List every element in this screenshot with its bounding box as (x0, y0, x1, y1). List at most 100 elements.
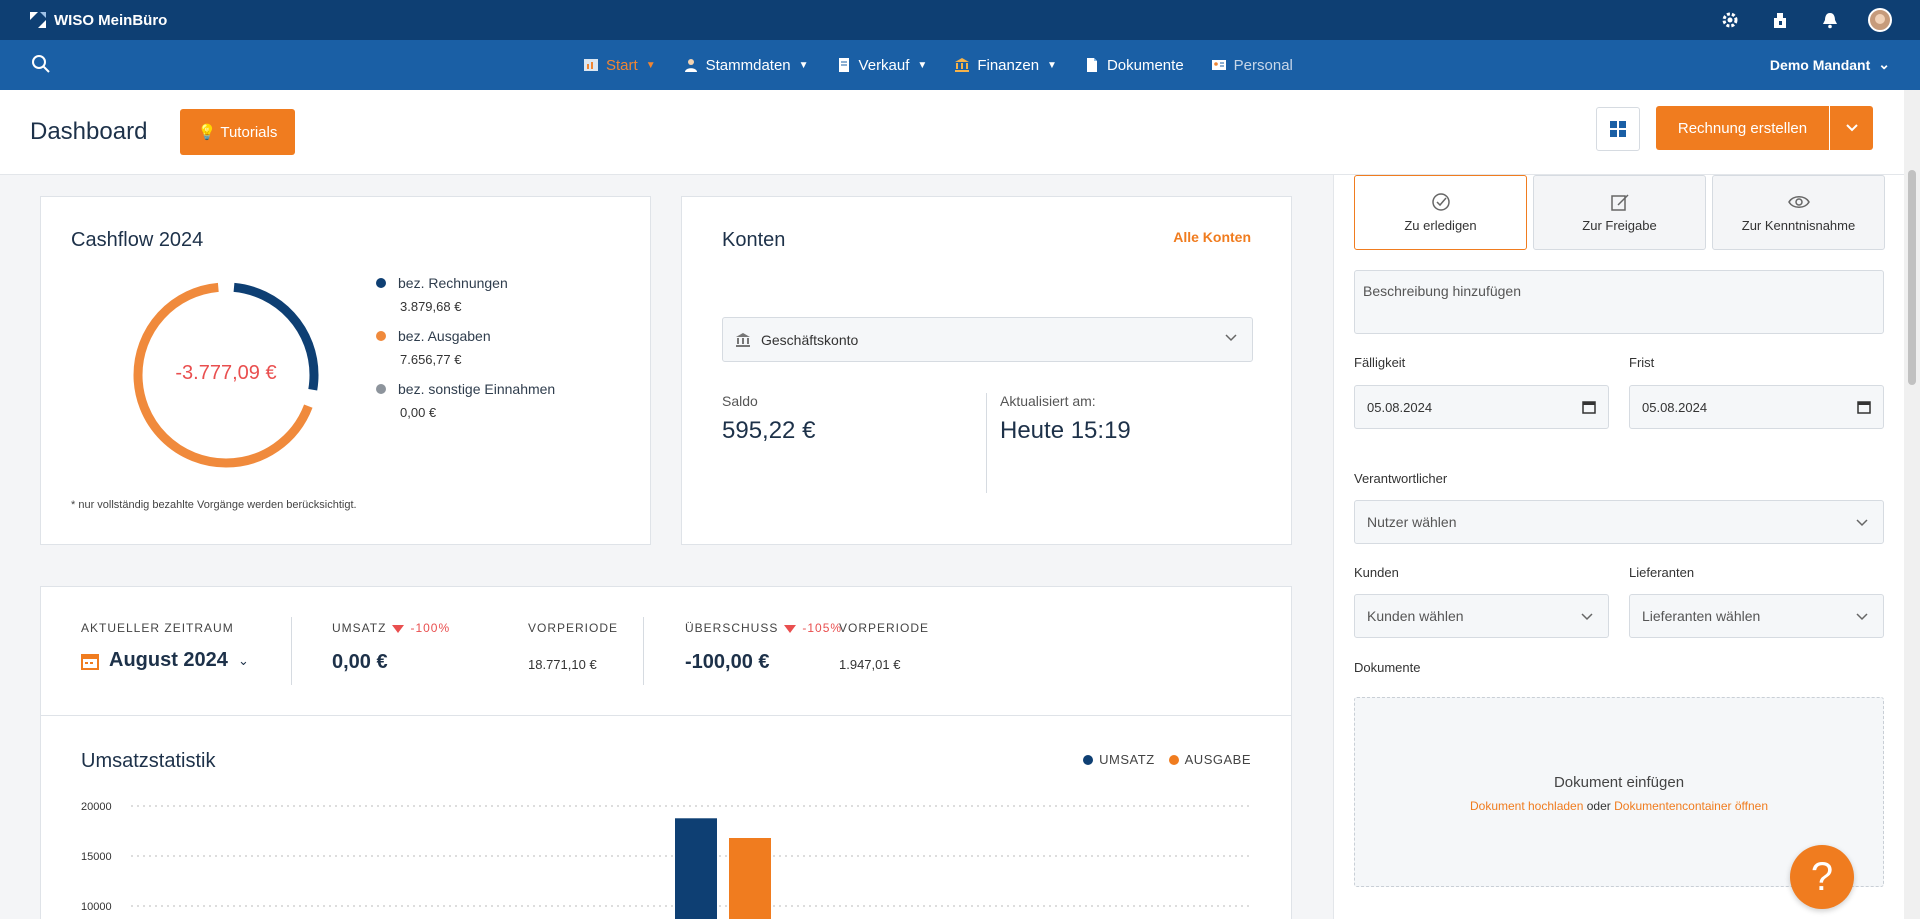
main-nav: Start ▼ Stammdaten ▼ Verkauf ▼ Finanzen … (0, 40, 1920, 90)
revenue-chart-title: Umsatzstatistik (81, 750, 216, 772)
tab-zu-erledigen[interactable]: Zu erledigen (1354, 175, 1527, 250)
scrollbar-thumb[interactable] (1908, 170, 1916, 385)
suppliers-select[interactable]: Lieferanten wählen (1629, 594, 1884, 638)
cashflow-title: Cashflow 2024 (71, 229, 204, 251)
id-card-icon (1211, 60, 1226, 70)
revenue-label: UMSATZ -100% (332, 621, 450, 635)
nav-finanzen[interactable]: Finanzen ▼ (955, 57, 1057, 74)
upload-document-link[interactable]: Dokument hochladen (1470, 799, 1583, 813)
surplus-prev-value: 1.947,01 € (839, 657, 901, 672)
suppliers-placeholder: Lieferanten wählen (1642, 608, 1761, 624)
dropzone-title: Dokument einfügen (1553, 774, 1685, 791)
dropzone-links: Dokument hochladen oder Dokumentencontai… (1355, 799, 1883, 813)
legend-item-umsatz: UMSATZ (1083, 752, 1154, 767)
surplus-label: ÜBERSCHUSS -105% (685, 621, 842, 635)
description-input[interactable]: Beschreibung hinzufügen (1354, 270, 1884, 334)
brand-logo[interactable]: WISO MeinBüro (28, 10, 167, 30)
calendar-icon (1857, 401, 1871, 414)
accounts-card: Konten Alle Konten Geschäftskonto Saldo … (681, 196, 1292, 545)
customers-label: Kunden (1354, 565, 1399, 580)
legend-item: bez. sonstige Einnahmen 0,00 € (376, 381, 555, 420)
legend-value: 7.656,77 € (400, 352, 462, 367)
y-tick-label: 10000 (81, 901, 112, 913)
tab-zur-kenntnisnahme[interactable]: Zur Kenntnisnahme (1712, 175, 1885, 250)
scrollbar[interactable] (1904, 90, 1920, 919)
nav-stammdaten-label: Stammdaten (705, 56, 791, 74)
help-button[interactable]: ? (1790, 845, 1854, 909)
task-tabs: Zu erledigen Zur Freigabe Zur Kenntnisna… (1354, 175, 1885, 250)
chevron-down-icon: ▼ (645, 59, 656, 71)
responsible-label: Verantwortlicher (1354, 471, 1448, 486)
cashflow-card: Cashflow 2024 -3.777,09 € bez. Rechnunge… (40, 196, 651, 545)
chevron-down-icon (1856, 519, 1868, 527)
dashboard-layout-button[interactable] (1596, 107, 1640, 151)
tab-label: Zur Kenntnisnahme (1741, 218, 1856, 233)
avatar[interactable] (1868, 8, 1892, 32)
brand-name: WISO MeinBüro (54, 11, 168, 29)
legend-dot (376, 331, 386, 341)
bar-ausgabe[interactable] (729, 838, 771, 919)
legend-dot (376, 278, 386, 288)
deadline-input[interactable]: 05.08.2024 (1629, 385, 1884, 429)
legend-label: bez. sonstige Einnahmen (398, 381, 556, 397)
period-selector[interactable]: August 2024 ⌄ (81, 649, 249, 672)
chevron-down-icon (1581, 613, 1593, 621)
divider (986, 393, 987, 493)
nav-personal-label: Personal (1233, 56, 1293, 74)
revenue-prev-label: VORPERIODE (528, 621, 619, 635)
bar-umsatz[interactable] (675, 818, 717, 919)
lightbulb-icon: 💡 (197, 124, 217, 141)
customers-select[interactable]: Kunden wählen (1354, 594, 1609, 638)
legend-label: UMSATZ (1099, 752, 1155, 767)
task-panel: Zu erledigen Zur Freigabe Zur Kenntnisna… (1333, 175, 1904, 919)
legend-item: bez. Rechnungen 3.879,68 € (376, 275, 555, 314)
mandant-name: Demo Mandant (1769, 56, 1871, 73)
divider (291, 617, 292, 685)
revenue-label-text: UMSATZ (332, 621, 387, 635)
trend-down-icon (784, 624, 797, 633)
chart-icon (584, 59, 598, 71)
account-select[interactable]: Geschäftskonto (722, 317, 1253, 362)
divider (643, 617, 644, 685)
search-icon[interactable] (30, 53, 52, 75)
create-invoice-button[interactable]: Rechnung erstellen (1656, 106, 1829, 150)
grid-icon (1610, 121, 1626, 137)
tab-zur-freigabe[interactable]: Zur Freigabe (1533, 175, 1706, 250)
nav-stammdaten[interactable]: Stammdaten ▼ (684, 57, 809, 74)
surplus-label-text: ÜBERSCHUSS (685, 621, 779, 635)
legend-item-ausgabe: AUSGABE (1168, 752, 1251, 767)
responsible-select[interactable]: Nutzer wählen (1354, 500, 1884, 544)
tutorials-button[interactable]: 💡 Tutorials (180, 109, 295, 155)
top-bar: WISO MeinBüro (0, 0, 1920, 40)
nav-dokumente[interactable]: Dokumente (1085, 57, 1184, 74)
documents-label: Dokumente (1354, 660, 1421, 675)
all-accounts-link[interactable]: Alle Konten (1173, 229, 1251, 245)
file-icon (1086, 58, 1097, 72)
due-date-input[interactable]: 05.08.2024 (1354, 385, 1609, 429)
nav-verkauf-label: Verkauf (858, 56, 910, 74)
due-date-label: Fälligkeit (1354, 355, 1406, 370)
nav-start[interactable]: Start ▼ (584, 57, 656, 74)
create-invoice-dropdown[interactable] (1829, 106, 1873, 150)
deadline-value: 05.08.2024 (1642, 399, 1708, 415)
user-shield-icon[interactable] (1768, 8, 1792, 32)
legend-value: 3.879,68 € (400, 299, 462, 314)
nav-personal[interactable]: Personal (1211, 56, 1293, 74)
due-date-value: 05.08.2024 (1367, 399, 1433, 415)
mandant-selector[interactable]: Demo Mandant ⌄ (1770, 56, 1890, 73)
revenue-bar-chart: 10000 15000 20000 (81, 801, 1251, 919)
chevron-down-icon: ▼ (1047, 59, 1057, 71)
legend-dot (1083, 754, 1094, 765)
chevron-down-icon: ⌄ (1878, 56, 1890, 72)
suppliers-label: Lieferanten (1629, 565, 1695, 580)
bell-icon[interactable] (1818, 8, 1842, 32)
chevron-down-icon: ⌄ (237, 652, 249, 668)
gear-icon[interactable] (1718, 8, 1742, 32)
balance-label: Saldo (722, 393, 758, 409)
period-kpi-card: AKTUELLER ZEITRAUM August 2024 ⌄ UMSATZ -… (40, 586, 1292, 716)
open-container-link[interactable]: Dokumentencontainer öffnen (1614, 799, 1768, 813)
nav-finanzen-label: Finanzen (977, 56, 1040, 74)
legend-item: bez. Ausgaben 7.656,77 € (376, 328, 555, 367)
tab-label: Zur Freigabe (1582, 218, 1657, 233)
nav-verkauf[interactable]: Verkauf ▼ (837, 56, 927, 74)
